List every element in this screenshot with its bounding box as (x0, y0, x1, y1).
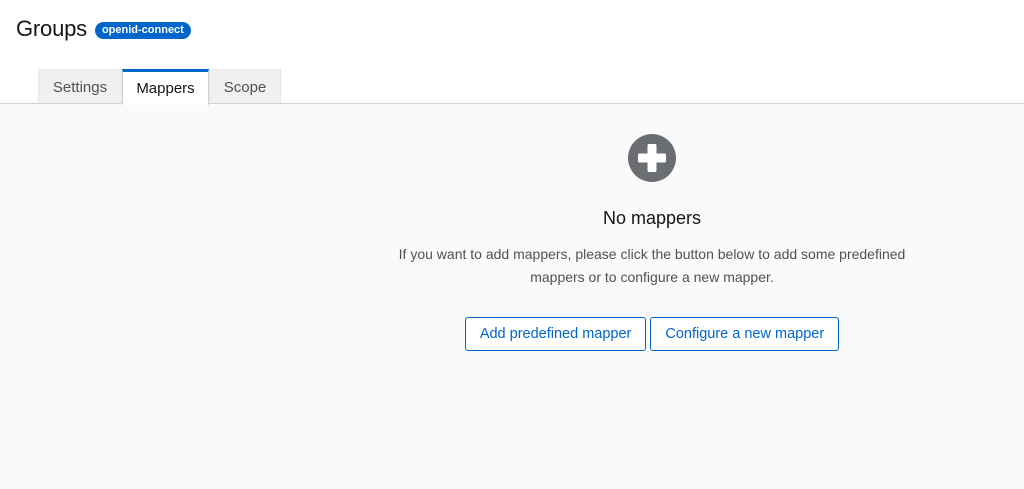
page-header: Groups openid-connect Settings Mappers S… (0, 0, 1024, 105)
title-row: Groups openid-connect (16, 16, 191, 42)
configure-new-mapper-button[interactable]: Configure a new mapper (650, 317, 840, 351)
tab-scope[interactable]: Scope (209, 69, 281, 104)
tab-mappers[interactable]: Mappers (122, 69, 209, 105)
empty-state-title: No mappers (602, 208, 702, 228)
tab-content: No mappers If you want to add mappers, p… (0, 104, 1024, 489)
add-predefined-mapper-button[interactable]: Add predefined mapper (464, 317, 647, 351)
plus-circle-icon (628, 134, 676, 182)
empty-state-body: If you want to add mappers, please click… (398, 246, 906, 285)
page-title: Groups (16, 16, 87, 41)
protocol-badge: openid-connect (94, 21, 191, 39)
tab-bar: Settings Mappers Scope (38, 69, 281, 105)
empty-state: No mappers If you want to add mappers, p… (370, 134, 934, 351)
empty-state-actions: Add predefined mapper Configure a new ma… (464, 317, 840, 351)
tab-settings[interactable]: Settings (38, 69, 122, 104)
